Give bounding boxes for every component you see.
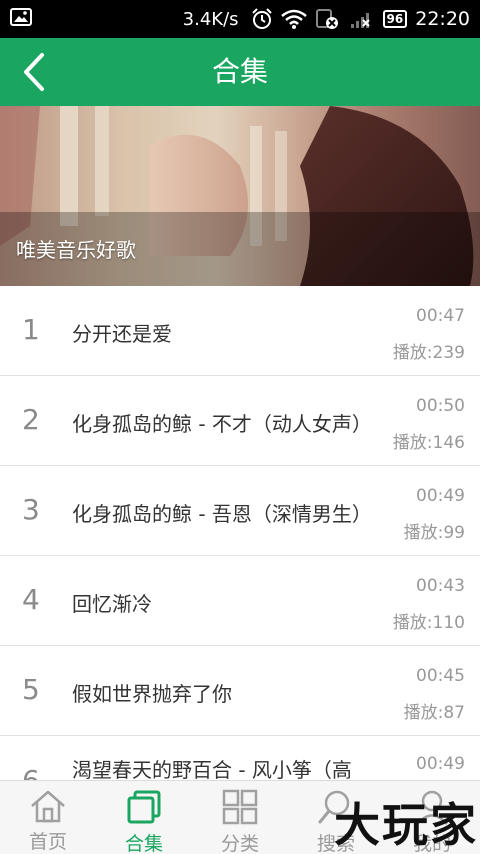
song-index: 6: [22, 764, 52, 780]
song-title: 分开还是爱: [72, 322, 172, 346]
song-list: 1 分开还是爱 00:47 播放:239 2 化身孤岛的鲸 - 不才（动人女声）…: [0, 286, 480, 780]
battery-icon: 96: [382, 10, 408, 28]
song-play-count: 播放:239: [392, 343, 465, 363]
banner-caption: 唯美音乐好歌: [16, 238, 136, 262]
song-row[interactable]: 2 化身孤岛的鲸 - 不才（动人女声） 00:50 播放:146: [0, 376, 480, 466]
nav-label: 分类: [220, 833, 259, 854]
app-header: 合集: [0, 38, 480, 106]
song-duration: 00:45: [416, 666, 465, 686]
song-row[interactable]: 4 回忆渐冷 00:43 播放:110: [0, 556, 480, 646]
status-bar: 3.4K/s 96 22:20: [0, 0, 480, 38]
nav-label: 合集: [124, 833, 163, 854]
song-duration: 00:47: [416, 306, 465, 326]
sim-off-icon: [315, 8, 341, 30]
song-index: 3: [22, 493, 40, 526]
song-play-count: 播放:146: [392, 433, 465, 453]
song-duration: 00:49: [416, 486, 465, 506]
network-speed: 3.4K/s: [182, 8, 239, 30]
song-index: 4: [22, 583, 40, 616]
collection-icon: [126, 789, 162, 825]
song-title: 化身孤岛的鲸 - 吾恩（深情男生）: [72, 502, 372, 526]
image-notification-icon: [10, 7, 32, 31]
song-row[interactable]: 3 化身孤岛的鲸 - 吾恩（深情男生） 00:49 播放:99: [0, 466, 480, 556]
app-screen: 3.4K/s 96 22:20 合集 唯美音乐好歌 1 分开还是爱 00:47 …: [0, 0, 480, 854]
song-duration: 00:43: [416, 576, 465, 596]
song-index: 2: [22, 403, 40, 436]
wifi-icon: [280, 9, 307, 29]
nav-category[interactable]: 分类: [192, 781, 288, 854]
song-index: 5: [22, 673, 40, 706]
page-title: 合集: [211, 55, 268, 88]
song-play-count: 播放:87: [403, 703, 465, 723]
nav-label: 首页: [28, 831, 67, 853]
song-row[interactable]: 6 渴望春天的野百合 - 风小筝（高 00:49: [0, 736, 480, 780]
song-play-count: 播放:110: [392, 613, 465, 633]
nav-home[interactable]: 首页: [0, 781, 96, 854]
nav-collection[interactable]: 合集: [96, 781, 192, 854]
song-title: 回忆渐冷: [72, 592, 152, 616]
song-duration: 00:50: [416, 396, 465, 416]
signal-icon: [349, 9, 375, 29]
home-icon: [29, 789, 67, 823]
clock: 22:20: [415, 8, 470, 30]
song-duration: 00:49: [416, 754, 465, 774]
grid-icon: [222, 789, 258, 825]
song-play-count: 播放:99: [403, 523, 465, 543]
song-row[interactable]: 1 分开还是爱 00:47 播放:239: [0, 286, 480, 376]
banner[interactable]: 唯美音乐好歌: [0, 106, 480, 286]
song-title: 化身孤岛的鲸 - 不才（动人女声）: [72, 412, 372, 436]
song-title: 假如世界抛弃了你: [72, 682, 232, 706]
song-row[interactable]: 5 假如世界抛弃了你 00:45 播放:87: [0, 646, 480, 736]
watermark: 大玩家: [334, 798, 478, 852]
song-index: 1: [22, 313, 40, 346]
song-title: 渴望春天的野百合 - 风小筝（高: [72, 758, 352, 780]
alarm-icon: [251, 8, 273, 30]
